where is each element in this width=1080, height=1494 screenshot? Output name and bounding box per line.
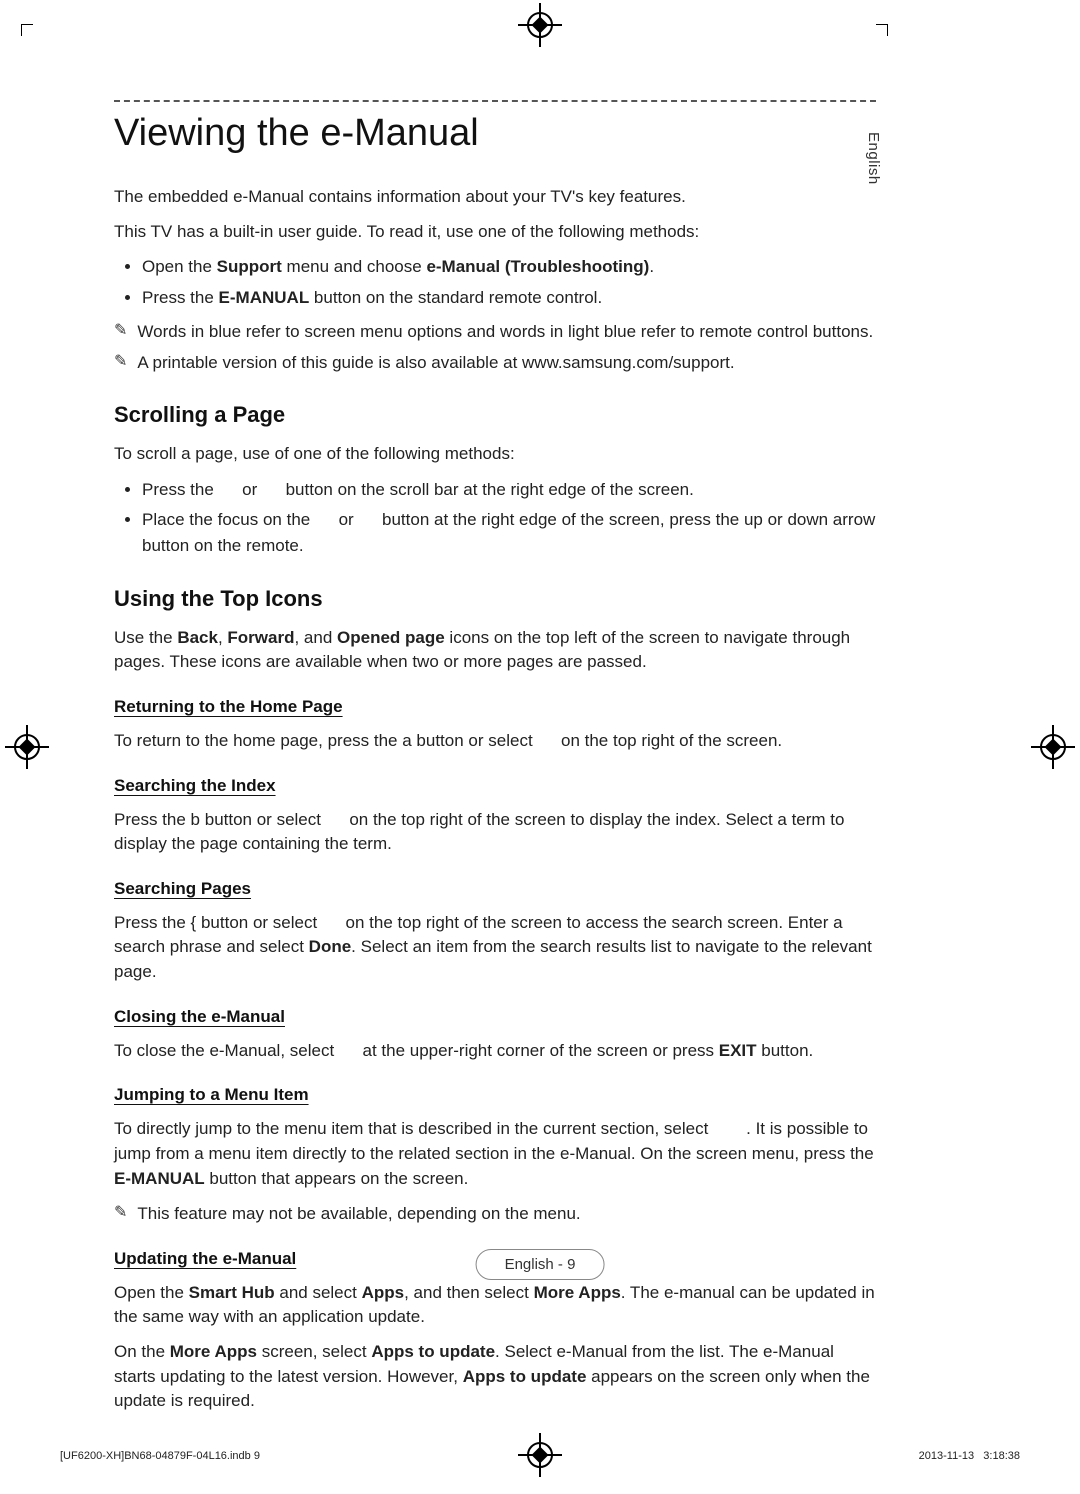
footer-left: [UF6200-XH]BN68-04879F-04L16.indb 9 [60,1450,260,1462]
scrolling-intro: To scroll a page, use of one of the foll… [114,442,876,467]
updating-p1: Open the Smart Hub and select Apps, and … [114,1281,876,1330]
home-body: To return to the home page, press the a … [114,729,876,754]
jumping-note: ✎This feature may not be available, depe… [114,1201,876,1227]
scrolling-heading: Scrolling a Page [114,402,876,428]
registration-mark-right [1040,734,1066,760]
search-heading: Searching Pages [114,879,876,899]
intro-note-2: ✎A printable version of this guide is al… [114,350,876,376]
note-icon: ✎ [114,350,127,374]
scrolling-bullet-1: Press the or button on the scroll bar at… [142,477,876,503]
page-title: Viewing the e-Manual [114,112,876,155]
updating-p2: On the More Apps screen, select Apps to … [114,1340,876,1414]
topicons-intro: Use the Back, Forward, and Opened page i… [114,626,876,675]
registration-mark-top [527,12,553,38]
jumping-p1: To directly jump to the menu item that i… [114,1117,876,1191]
note-icon: ✎ [114,1201,127,1225]
intro-bullet-2: Press the E-MANUAL button on the standar… [142,285,876,311]
search-body: Press the { button or select on the top … [114,911,876,985]
closing-body: To close the e-Manual, select at the upp… [114,1039,876,1064]
registration-mark-bottom [527,1442,553,1468]
scrolling-bullet-2: Place the focus on the or button at the … [142,507,876,560]
intro-p1: The embedded e-Manual contains informati… [114,185,876,210]
closing-heading: Closing the e-Manual [114,1007,876,1027]
home-heading: Returning to the Home Page [114,697,876,717]
crop-mark-tl [21,24,33,36]
intro-note-1: ✎Words in blue refer to screen menu opti… [114,319,876,345]
index-body: Press the b button or select on the top … [114,808,876,857]
topicons-heading: Using the Top Icons [114,586,876,612]
intro-bullets: Open the Support menu and choose e-Manua… [114,254,876,311]
page-content: Viewing the e-Manual The embedded e-Manu… [114,100,876,1424]
registration-mark-left [14,734,40,760]
intro-bullet-1: Open the Support menu and choose e-Manua… [142,254,876,280]
footer-right: 2013-11-13 3:18:38 [919,1450,1020,1462]
note-icon: ✎ [114,319,127,343]
intro-p2: This TV has a built-in user guide. To re… [114,220,876,245]
divider [114,100,876,102]
crop-mark-tr [876,24,888,36]
jumping-heading: Jumping to a Menu Item [114,1085,876,1105]
index-heading: Searching the Index [114,776,876,796]
page-number: English - 9 [476,1249,605,1280]
scrolling-bullets: Press the or button on the scroll bar at… [114,477,876,560]
